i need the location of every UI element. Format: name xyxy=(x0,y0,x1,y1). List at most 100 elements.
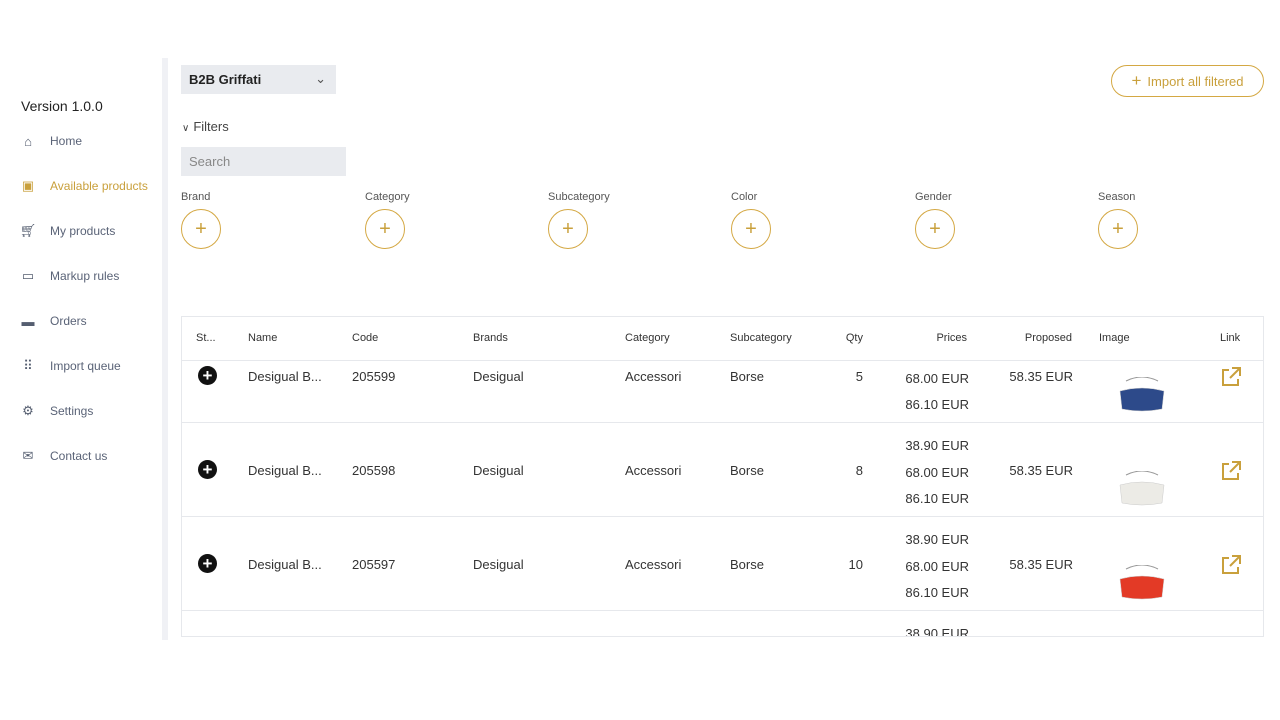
product-subcategory: Borse xyxy=(730,369,764,384)
add-filter-button[interactable]: + xyxy=(181,209,221,249)
column-header[interactable]: Link xyxy=(1220,332,1240,344)
price: 68.00 EUR xyxy=(905,464,969,480)
sidebar-item-label: Import queue xyxy=(50,359,121,373)
product-code: 205598 xyxy=(352,463,396,478)
add-product-icon[interactable]: + xyxy=(198,554,217,573)
table-row[interactable]: + Desigual B... 205598 Desigual Accessor… xyxy=(182,423,1263,517)
product-prices: 38.90 EUR 68.00 EUR 86.10 EUR xyxy=(905,527,969,607)
filter-label: Color xyxy=(731,191,758,203)
plus-icon: + xyxy=(1131,71,1142,90)
product-prices: 68.00 EUR 86.10 EUR xyxy=(905,366,969,419)
table-row[interactable]: 38.90 EUR xyxy=(182,611,1263,637)
filter-label: Season xyxy=(1098,191,1136,203)
column-header[interactable]: Prices xyxy=(936,332,967,344)
filter-category: Category + xyxy=(365,191,410,249)
column-header[interactable]: Brands xyxy=(473,332,508,344)
filter-label: Brand xyxy=(181,191,211,203)
sidebar-item-label: Markup rules xyxy=(50,269,120,283)
price: 86.10 EUR xyxy=(905,585,969,600)
product-category: Accessori xyxy=(625,463,682,478)
table-body[interactable]: + Desigual B... 205599 Desigual Accessor… xyxy=(182,361,1263,637)
search-input[interactable] xyxy=(181,147,346,176)
filter-color: Color + xyxy=(731,191,771,249)
import-all-label: Import all filtered xyxy=(1147,73,1244,89)
sidebar-item-contact-us[interactable]: ✉ Contact us xyxy=(20,448,108,463)
grid-icon: ⠿ xyxy=(23,358,33,373)
product-qty: 10 xyxy=(848,557,863,572)
external-link-icon[interactable] xyxy=(1220,554,1242,576)
sidebar-item-label: Home xyxy=(50,134,83,148)
home-icon: ⌂ xyxy=(24,133,32,149)
sidebar-item-home[interactable]: ⌂ Home xyxy=(20,133,83,149)
product-proposed-price: 58.35 EUR xyxy=(1009,463,1073,478)
store-select[interactable]: B2B Griffati ⌄ xyxy=(181,65,336,94)
sidebar-item-orders[interactable]: ▬ Orders xyxy=(20,313,87,329)
sidebar-item-label: Settings xyxy=(50,404,94,418)
filter-subcategory: Subcategory + xyxy=(548,191,610,249)
product-code: 205599 xyxy=(352,369,396,384)
money-icon: ▭ xyxy=(21,268,35,283)
product-brand: Desigual xyxy=(473,463,524,478)
add-product-icon[interactable]: + xyxy=(198,460,217,479)
column-header[interactable]: Subcategory xyxy=(730,332,792,344)
add-filter-button[interactable]: + xyxy=(365,209,405,249)
product-qty: 5 xyxy=(855,369,863,384)
filter-brand: Brand + xyxy=(181,191,221,249)
sidebar-item-label: My products xyxy=(50,224,116,238)
cart-icon: 🛒︎ xyxy=(19,223,37,238)
price: 38.90 EUR xyxy=(905,626,969,637)
column-header[interactable]: Code xyxy=(352,332,378,344)
sidebar-item-settings[interactable]: ⚙ Settings xyxy=(20,403,94,418)
sidebar-item-label: Available products xyxy=(50,179,148,193)
product-subcategory: Borse xyxy=(730,463,764,478)
version-label: Version 1.0.0 xyxy=(21,98,103,114)
product-image xyxy=(1119,377,1165,412)
external-link-icon[interactable] xyxy=(1220,460,1242,482)
column-header[interactable]: Category xyxy=(625,332,670,344)
gears-icon: ⚙ xyxy=(22,403,34,418)
filter-season: Season + xyxy=(1098,191,1138,249)
product-name: Desigual B... xyxy=(248,463,322,478)
table-row[interactable]: + Desigual B... 205597 Desigual Accessor… xyxy=(182,517,1263,611)
product-proposed-price: 58.35 EUR xyxy=(1009,557,1073,572)
product-qty: 8 xyxy=(855,463,863,478)
table-row[interactable]: + Desigual B... 205599 Desigual Accessor… xyxy=(182,361,1263,423)
filters-label: Filters xyxy=(193,119,229,134)
add-filter-button[interactable]: + xyxy=(915,209,955,249)
import-all-filtered-button[interactable]: + Import all filtered xyxy=(1111,65,1264,97)
filter-gender: Gender + xyxy=(915,191,955,249)
price: 68.00 EUR xyxy=(905,558,969,574)
truck-icon: ▬ xyxy=(21,313,35,329)
add-filter-button[interactable]: + xyxy=(731,209,771,249)
product-image xyxy=(1119,565,1165,600)
product-code: 205597 xyxy=(352,557,396,572)
add-filter-button[interactable]: + xyxy=(548,209,588,249)
column-header[interactable]: Proposed xyxy=(1025,332,1072,344)
column-header[interactable]: Qty xyxy=(846,332,863,344)
sidebar-item-markup-rules[interactable]: ▭ Markup rules xyxy=(20,268,120,283)
product-prices: 38.90 EUR 68.00 EUR 86.10 EUR xyxy=(905,433,969,513)
envelope-icon: ✉ xyxy=(22,448,34,463)
sidebar-item-available-products[interactable]: ▣ Available products xyxy=(20,178,148,193)
price: 38.90 EUR xyxy=(905,438,969,453)
product-image xyxy=(1119,471,1165,506)
filter-label: Gender xyxy=(915,191,952,203)
box-icon: ▣ xyxy=(21,178,35,193)
product-proposed-price: 58.35 EUR xyxy=(1009,369,1073,384)
product-category: Accessori xyxy=(625,557,682,572)
price: 68.00 EUR xyxy=(905,370,969,386)
column-header[interactable]: St... xyxy=(196,332,216,344)
product-prices: 38.90 EUR xyxy=(905,621,969,637)
price: 86.10 EUR xyxy=(905,397,969,412)
table-header: St... Name Code Brands Category Subcategory Qt… xyxy=(182,317,1263,361)
add-product-icon[interactable]: + xyxy=(198,366,217,385)
sidebar-item-my-products[interactable]: 🛒︎ My products xyxy=(19,223,116,238)
column-header[interactable]: Image xyxy=(1099,332,1130,344)
filters-toggle[interactable]: ∨ Filters xyxy=(182,119,229,134)
column-header[interactable]: Name xyxy=(248,332,277,344)
filter-label: Subcategory xyxy=(548,191,610,203)
sidebar-item-import-queue[interactable]: ⠿ Import queue xyxy=(20,358,121,373)
product-name: Desigual B... xyxy=(248,557,322,572)
external-link-icon[interactable] xyxy=(1220,366,1242,388)
add-filter-button[interactable]: + xyxy=(1098,209,1138,249)
